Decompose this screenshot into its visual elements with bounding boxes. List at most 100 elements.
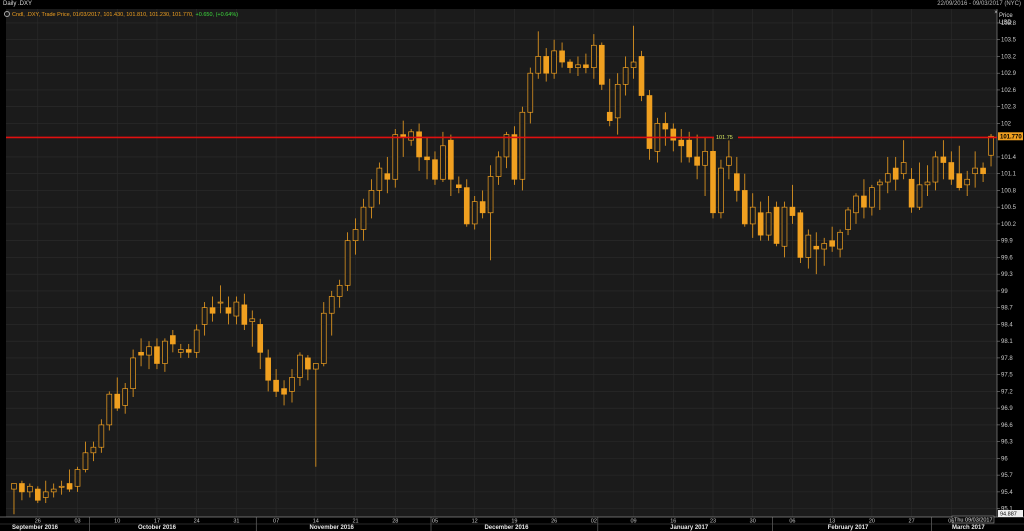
candle-body[interactable]	[614, 84, 621, 119]
candle-body[interactable]	[591, 44, 597, 68]
candle-body[interactable]	[66, 483, 73, 490]
candle-body[interactable]	[257, 324, 264, 353]
candle-body[interactable]	[82, 452, 89, 470]
candle-body[interactable]	[757, 212, 764, 236]
candle-body[interactable]	[622, 67, 629, 85]
candle-body[interactable]	[908, 178, 915, 208]
candle-body[interactable]	[940, 156, 947, 163]
candle-body[interactable]	[42, 491, 49, 498]
candle-body[interactable]	[201, 307, 208, 325]
candle-body[interactable]	[58, 485, 65, 488]
gear-icon[interactable]	[4, 11, 10, 17]
candle-body[interactable]	[352, 229, 359, 242]
candle-body[interactable]	[233, 301, 240, 317]
candle-body[interactable]	[726, 156, 732, 166]
candle-body[interactable]	[90, 446, 97, 454]
candle-body[interactable]	[583, 64, 589, 68]
candle-body[interactable]	[813, 245, 820, 250]
candle-body[interactable]	[575, 64, 581, 68]
candle-body[interactable]	[543, 56, 550, 74]
candle-body[interactable]	[146, 346, 152, 356]
candle-body[interactable]	[495, 156, 502, 177]
candle-body[interactable]	[535, 56, 542, 74]
candle-body[interactable]	[519, 111, 526, 180]
candle-body[interactable]	[877, 181, 883, 186]
candle-body[interactable]	[765, 212, 772, 236]
candle-body[interactable]	[964, 178, 971, 186]
candle-body[interactable]	[980, 167, 986, 175]
candle-body[interactable]	[988, 135, 994, 156]
close-icon[interactable]: ×	[993, 10, 999, 16]
candle-body[interactable]	[718, 167, 724, 214]
candle-body[interactable]	[789, 206, 796, 216]
candle-body[interactable]	[130, 357, 136, 389]
candle-body[interactable]	[932, 156, 939, 183]
candle-body[interactable]	[368, 190, 375, 208]
candle-body[interactable]	[114, 393, 121, 409]
candle-body[interactable]	[384, 173, 391, 180]
candle-body[interactable]	[19, 483, 25, 493]
candle-body[interactable]	[297, 354, 303, 378]
candle-body[interactable]	[948, 162, 955, 180]
candle-body[interactable]	[416, 131, 422, 158]
candle-body[interactable]	[34, 488, 41, 501]
candle-body[interactable]	[479, 201, 486, 214]
candle-body[interactable]	[527, 72, 534, 113]
candle-body[interactable]	[821, 243, 828, 250]
candle-body[interactable]	[861, 195, 867, 208]
candle-body[interactable]	[829, 240, 835, 247]
candle-body[interactable]	[551, 50, 557, 74]
candle-body[interactable]	[892, 167, 899, 180]
candle-body[interactable]	[305, 357, 311, 370]
candle-body[interactable]	[853, 195, 859, 214]
candle-body[interactable]	[710, 151, 716, 214]
candle-body[interactable]	[702, 151, 708, 166]
candle-body[interactable]	[440, 145, 446, 180]
candle-body[interactable]	[74, 469, 81, 487]
candle-body[interactable]	[638, 56, 645, 96]
candle-body[interactable]	[646, 95, 653, 149]
candle-body[interactable]	[749, 206, 756, 225]
candle-body[interactable]	[734, 173, 740, 191]
candle-body[interactable]	[900, 162, 907, 175]
candle-body[interactable]	[686, 139, 692, 158]
candle-body[interactable]	[336, 284, 343, 297]
candle-body[interactable]	[662, 123, 669, 130]
candle-body[interactable]	[138, 351, 144, 356]
candle-body[interactable]	[781, 206, 788, 247]
candle-body[interactable]	[972, 167, 978, 175]
candle-body[interactable]	[281, 388, 287, 395]
candle-body[interactable]	[606, 111, 613, 121]
candle-body[interactable]	[11, 483, 17, 490]
candle-body[interactable]	[424, 156, 430, 161]
candle-body[interactable]	[193, 329, 200, 353]
candle-body[interactable]	[630, 61, 637, 68]
candle-body[interactable]	[241, 304, 248, 325]
candle-body[interactable]	[916, 184, 923, 208]
candle-body[interactable]	[741, 190, 748, 225]
candle-body[interactable]	[376, 167, 383, 191]
candle-body[interactable]	[50, 488, 57, 493]
candle-body[interactable]	[559, 50, 565, 63]
candle-body[interactable]	[408, 131, 414, 141]
candle-body[interactable]	[487, 176, 494, 214]
candle-body[interactable]	[511, 134, 518, 180]
candle-body[interactable]	[360, 206, 367, 230]
candle-body[interactable]	[956, 173, 963, 188]
candle-body[interactable]	[162, 340, 168, 364]
candle-body[interactable]	[598, 44, 605, 85]
candle-body[interactable]	[694, 156, 700, 166]
candle-body[interactable]	[273, 379, 279, 392]
candle-body[interactable]	[185, 349, 192, 353]
candle-body[interactable]	[217, 301, 224, 304]
candle-body[interactable]	[678, 139, 685, 147]
candlestick-chart[interactable]: 103.8103.5103.2102.9102.6102.3102101.410…	[0, 0, 1024, 531]
candle-body[interactable]	[773, 206, 780, 244]
candle-body[interactable]	[265, 357, 271, 381]
candle-body[interactable]	[320, 312, 327, 364]
candle-body[interactable]	[432, 159, 438, 180]
candle-body[interactable]	[154, 346, 160, 364]
candle-body[interactable]	[797, 212, 804, 258]
candle-body[interactable]	[328, 296, 335, 314]
candle-body[interactable]	[27, 485, 33, 493]
